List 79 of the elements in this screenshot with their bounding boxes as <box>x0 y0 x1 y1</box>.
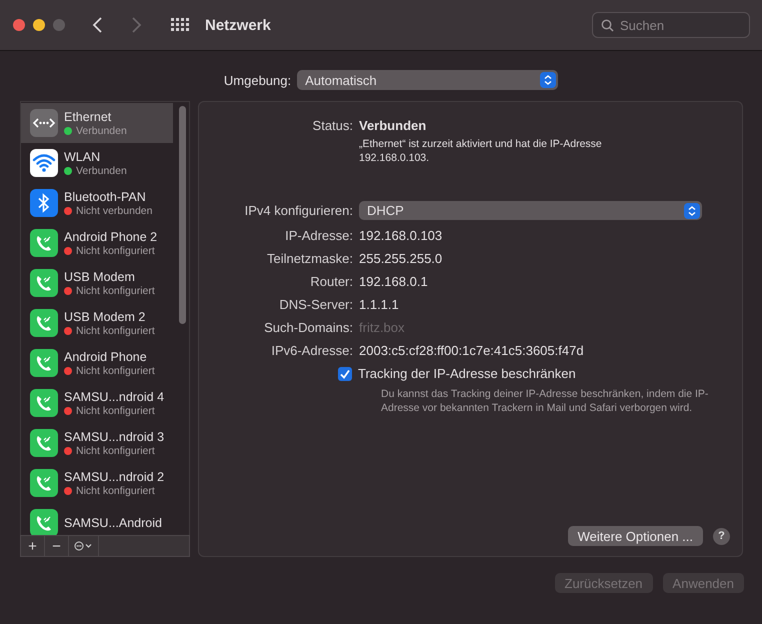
scrollbar[interactable] <box>179 106 186 324</box>
field-value: 2003:c5:cf28:ff00:1c7e:41c5:3605:f47d <box>359 343 585 358</box>
phone-icon <box>30 349 58 377</box>
service-item[interactable]: SAMSU...ndroid 3 Nicht konfiguriert <box>21 423 173 463</box>
location-label: Umgebung: <box>224 72 292 88</box>
search-field[interactable]: Suchen <box>592 12 750 38</box>
checkbox-label: Tracking der IP-Adresse beschränken <box>358 366 576 381</box>
service-name: SAMSU...ndroid 2 <box>64 470 164 484</box>
service-status: Nicht konfiguriert <box>76 444 155 456</box>
service-name: USB Modem <box>64 270 136 284</box>
service-status: Nicht konfiguriert <box>76 484 155 496</box>
field-label: IPv4 konfigurieren: <box>244 203 353 218</box>
service-name: Bluetooth-PAN <box>64 190 147 204</box>
service-name: USB Modem 2 <box>64 310 146 324</box>
service-status: Nicht konfiguriert <box>76 404 155 416</box>
service-status: Nicht verbunden <box>76 204 152 216</box>
service-status: Nicht konfiguriert <box>76 284 155 296</box>
field-value: 255.255.255.0 <box>359 251 444 266</box>
service-item[interactable]: Ethernet Verbunden <box>21 103 173 143</box>
close-button[interactable] <box>13 19 25 31</box>
service-name: WLAN <box>64 150 102 164</box>
search-icon <box>601 19 614 32</box>
service-item[interactable]: SAMSU...ndroid 2 Nicht konfiguriert <box>21 463 173 503</box>
field-value: fritz.box <box>359 320 406 335</box>
service-item[interactable]: USB Modem Nicht konfiguriert <box>21 263 173 303</box>
service-name: Android Phone 2 <box>64 230 158 244</box>
service-status: Nicht konfiguriert <box>76 364 155 376</box>
field-label: Such-Domains: <box>263 320 353 335</box>
service-status: Nicht konfiguriert <box>76 324 155 336</box>
service-status: Verbunden <box>76 164 127 176</box>
field-label: Router: <box>309 274 353 289</box>
minimize-button[interactable] <box>33 19 45 31</box>
bluetooth-icon <box>30 189 58 217</box>
status-description: „Ethernet“ ist zurzeit aktiviert und hat die IP-Adresse 192.168.0.103. <box>359 137 603 165</box>
status-value: Verbunden <box>359 118 428 133</box>
ipv4-dropdown[interactable]: DHCP <box>359 201 702 220</box>
phone-icon <box>30 269 58 297</box>
service-name: Ethernet <box>64 110 112 124</box>
service-item[interactable]: Android Phone Nicht konfiguriert <box>21 343 173 383</box>
phone-icon <box>30 429 58 457</box>
service-name: SAMSU...Android <box>64 516 162 530</box>
field-value: 192.168.0.1 <box>359 274 429 289</box>
field-label: IP-Adresse: <box>284 228 353 243</box>
chevron-updown-icon <box>684 202 700 218</box>
phone-icon <box>30 309 58 337</box>
phone-icon <box>30 229 58 257</box>
service-name: SAMSU...ndroid 3 <box>64 430 164 444</box>
wifi-icon <box>30 149 58 177</box>
field-label: DNS-Server: <box>278 297 353 312</box>
phone-icon <box>30 469 58 497</box>
phone-icon <box>30 389 58 417</box>
ethernet-icon <box>30 109 58 137</box>
service-status: Verbunden <box>76 124 127 136</box>
field-value: 192.168.0.103 <box>359 228 444 243</box>
service-name: Android Phone <box>64 350 148 364</box>
service-item[interactable]: SAMSU...Android <box>21 503 173 535</box>
service-item[interactable]: USB Modem 2 Nicht konfiguriert <box>21 303 173 343</box>
location-dropdown[interactable]: Automatisch <box>297 70 558 90</box>
checkbox[interactable] <box>338 366 352 380</box>
tracking-description: Du kannst das Tracking deiner IP-Adresse beschränken, indem die IP-Adresse vor bekannten Trackern in Mail und Safari verborgen wird. <box>380 387 710 415</box>
phone-icon <box>30 509 58 535</box>
service-item[interactable]: WLAN Verbunden <box>21 143 173 183</box>
window-title: Netzwerk <box>205 16 271 34</box>
field-label: Status: <box>312 118 353 133</box>
service-name: SAMSU...ndroid 4 <box>64 390 164 404</box>
field-label: Teilnetzmaske: <box>266 251 353 266</box>
grid-icon[interactable] <box>171 18 189 32</box>
remove-button[interactable]: − <box>45 536 69 556</box>
help-button[interactable]: ? <box>713 528 730 544</box>
service-item[interactable]: Android Phone 2 Nicht konfiguriert <box>21 223 173 263</box>
ellipsis-caret-icon <box>74 541 94 551</box>
field-value: 1.1.1.1 <box>359 297 400 312</box>
service-status: Nicht konfiguriert <box>76 244 155 256</box>
service-item[interactable]: Bluetooth-PAN Nicht verbunden <box>21 183 173 223</box>
field-label: IPv6-Adresse: <box>270 343 353 358</box>
add-button[interactable]: + <box>21 536 45 556</box>
more-options-button[interactable]: Weitere Optionen ... <box>568 526 703 546</box>
chevron-updown-icon <box>540 72 556 88</box>
service-item[interactable]: SAMSU...ndroid 4 Nicht konfiguriert <box>21 383 173 423</box>
